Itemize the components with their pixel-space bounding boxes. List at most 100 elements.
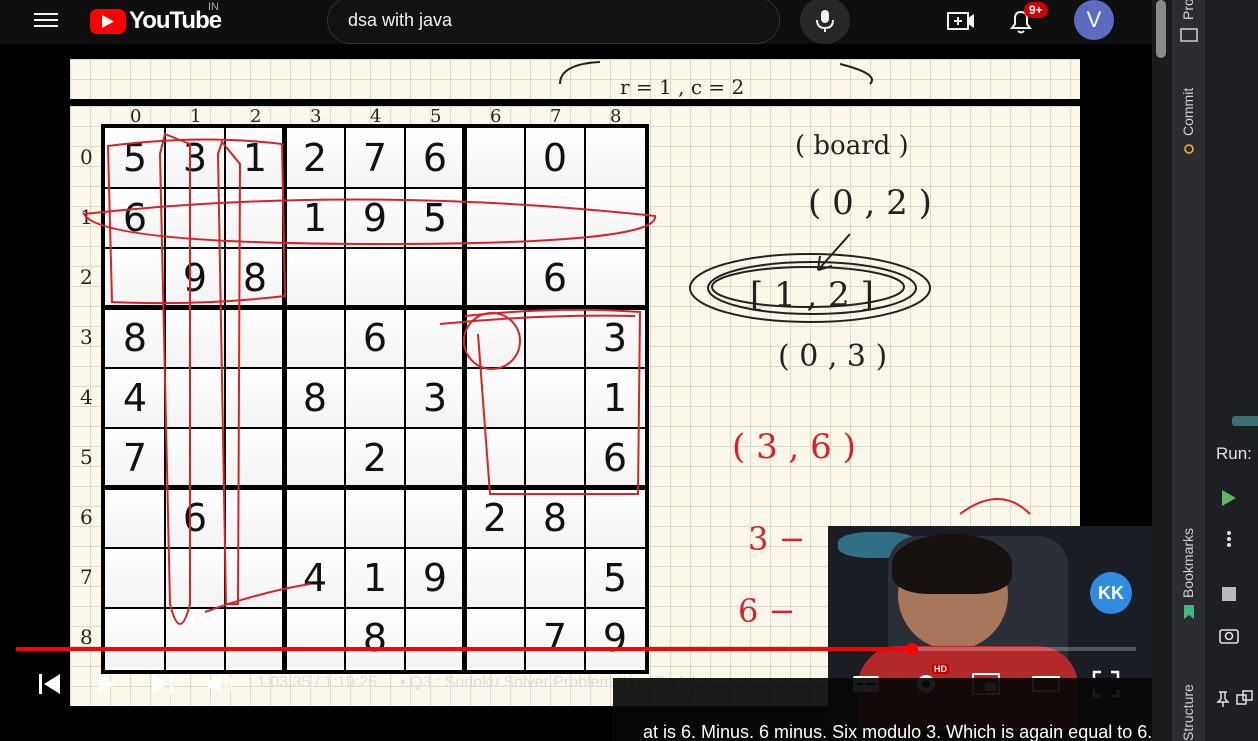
sudoku-cell: 2 bbox=[285, 128, 345, 188]
sudoku-cell bbox=[465, 428, 525, 488]
run-play-icon[interactable] bbox=[1220, 488, 1238, 508]
sudoku-cell bbox=[345, 488, 405, 548]
sudoku-cell bbox=[225, 488, 285, 548]
sudoku-cell: 3 bbox=[405, 368, 465, 428]
play-icon[interactable] bbox=[90, 668, 122, 700]
grid-line bbox=[462, 128, 467, 670]
sudoku-cell: 2 bbox=[345, 428, 405, 488]
search-box[interactable] bbox=[327, 0, 780, 44]
grid-line bbox=[164, 128, 166, 670]
stop-icon[interactable] bbox=[1221, 586, 1237, 602]
sudoku-cell bbox=[465, 608, 525, 668]
create-video-icon[interactable] bbox=[946, 8, 976, 34]
grid-line bbox=[105, 367, 645, 369]
search-input[interactable] bbox=[348, 10, 668, 31]
bookmark-icon[interactable] bbox=[1182, 604, 1196, 620]
sudoku-cell: 5 bbox=[105, 128, 165, 188]
sudoku-cell bbox=[165, 308, 225, 368]
grid-line bbox=[282, 128, 287, 670]
tab-structure[interactable]: Structure bbox=[1180, 684, 1196, 741]
sudoku-cell: 7 bbox=[525, 608, 585, 668]
sudoku-cell bbox=[105, 548, 165, 608]
sudoku-cell bbox=[405, 308, 465, 368]
sudoku-cell: 7 bbox=[345, 128, 405, 188]
tab-project[interactable]: Project bbox=[1180, 0, 1196, 20]
sudoku-cell: 4 bbox=[285, 548, 345, 608]
sudoku-cell bbox=[465, 128, 525, 188]
youtube-logo[interactable]: YouTube bbox=[90, 7, 222, 34]
restore-layout-icon[interactable] bbox=[1236, 690, 1254, 708]
sudoku-cell bbox=[585, 488, 645, 548]
page-scrollbar[interactable] bbox=[1152, 0, 1172, 741]
sudoku-cell bbox=[165, 608, 225, 668]
sudoku-cell: 6 bbox=[585, 428, 645, 488]
sudoku-cell bbox=[165, 188, 225, 248]
sudoku-cell bbox=[465, 248, 525, 308]
caption-window: at is 6. Minus. 6 minus. Six modulo 3. W… bbox=[613, 678, 1167, 741]
sudoku-cell: 8 bbox=[345, 608, 405, 668]
sudoku-cell bbox=[405, 428, 465, 488]
sudoku-cell bbox=[465, 548, 525, 608]
sudoku-cell: 6 bbox=[345, 308, 405, 368]
ide-active-indicator bbox=[1232, 416, 1258, 426]
grid-line bbox=[105, 547, 645, 549]
sudoku-cell: 6 bbox=[105, 188, 165, 248]
sudoku-cell bbox=[165, 368, 225, 428]
sudoku-cell: 8 bbox=[525, 488, 585, 548]
sudoku-cell: 3 bbox=[585, 308, 645, 368]
whiteboard-top-strip bbox=[70, 59, 1080, 99]
menu-icon[interactable] bbox=[34, 10, 58, 30]
ide-tool-stripe: Project Commit Bookmarks Structure bbox=[1172, 0, 1206, 741]
sudoku-cell bbox=[105, 488, 165, 548]
sudoku-cell bbox=[405, 608, 465, 668]
sudoku-cell bbox=[525, 428, 585, 488]
sudoku-cell bbox=[465, 188, 525, 248]
volume-icon[interactable] bbox=[204, 668, 236, 700]
scrollbar-thumb[interactable] bbox=[1156, 0, 1166, 58]
sudoku-cell bbox=[525, 368, 585, 428]
ide-panel: Project Commit Bookmarks Structure bbox=[1172, 0, 1258, 741]
region-code: IN bbox=[208, 1, 219, 13]
pin-icon[interactable] bbox=[1216, 690, 1230, 708]
sudoku-cell: 9 bbox=[405, 548, 465, 608]
sudoku-cell: 1 bbox=[345, 548, 405, 608]
sudoku-cell bbox=[585, 128, 645, 188]
sudoku-cell: 1 bbox=[225, 128, 285, 188]
sudoku-cell: 6 bbox=[165, 488, 225, 548]
sudoku-cell bbox=[285, 248, 345, 308]
commit-icon[interactable] bbox=[1182, 142, 1196, 156]
sudoku-cell bbox=[345, 248, 405, 308]
sudoku-cell bbox=[225, 608, 285, 668]
grid-line bbox=[105, 485, 645, 490]
voice-search-button[interactable] bbox=[800, 0, 850, 44]
sudoku-cell bbox=[465, 308, 525, 368]
tab-bookmarks[interactable]: Bookmarks bbox=[1180, 528, 1196, 598]
project-folder-icon[interactable] bbox=[1180, 26, 1198, 42]
tab-commit[interactable]: Commit bbox=[1180, 88, 1196, 136]
progress-scrubber[interactable] bbox=[906, 643, 918, 655]
ide-run-toolbar bbox=[1206, 0, 1258, 741]
next-icon[interactable] bbox=[146, 668, 178, 700]
account-avatar[interactable]: V bbox=[1074, 0, 1114, 40]
more-options-icon[interactable] bbox=[1226, 530, 1232, 548]
sudoku-cell bbox=[405, 248, 465, 308]
grid-line bbox=[105, 305, 645, 310]
grid-line bbox=[105, 427, 645, 429]
grid-line bbox=[105, 187, 645, 189]
sudoku-cell bbox=[525, 308, 585, 368]
sudoku-cell bbox=[225, 548, 285, 608]
sudoku-cell bbox=[285, 308, 345, 368]
sudoku-cell bbox=[225, 428, 285, 488]
previous-icon[interactable] bbox=[34, 668, 66, 700]
sudoku-cell bbox=[465, 368, 525, 428]
sudoku-cell bbox=[285, 428, 345, 488]
sudoku-cell bbox=[165, 548, 225, 608]
camera-icon[interactable] bbox=[1219, 626, 1239, 644]
microphone-icon bbox=[816, 10, 834, 32]
notification-badge: 9+ bbox=[1024, 2, 1048, 18]
video-player[interactable]: 5312760619598686348317266284195879 01234… bbox=[0, 44, 1152, 741]
sudoku-cell bbox=[525, 188, 585, 248]
grid-line bbox=[344, 128, 346, 670]
sudoku-cell bbox=[105, 248, 165, 308]
progress-bar[interactable] bbox=[16, 643, 1136, 655]
